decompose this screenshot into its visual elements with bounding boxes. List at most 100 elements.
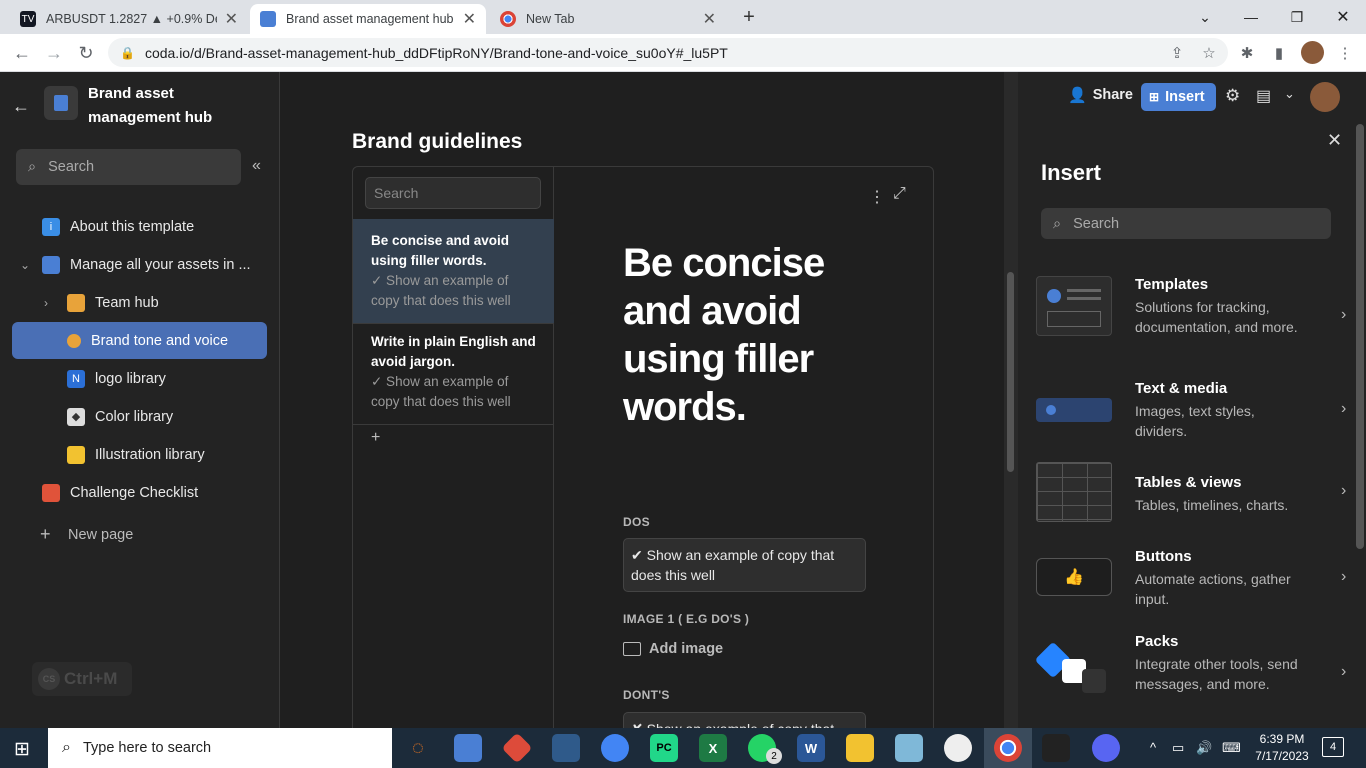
settings-gear-icon[interactable]: ⚙ <box>1225 86 1240 106</box>
insert-item-packs[interactable]: Packs Integrate other tools, send messag… <box>1034 633 1346 723</box>
keyboard-icon[interactable]: ⌨ <box>1222 740 1241 756</box>
user-avatar[interactable] <box>1310 82 1340 112</box>
vscode-icon[interactable] <box>552 734 580 762</box>
scrollbar-thumb[interactable] <box>1007 272 1014 472</box>
sidebar-item-color-library[interactable]: ◆ Color library <box>12 398 267 435</box>
card-title: Write in plain English and avoid jargon. <box>371 334 536 369</box>
close-icon[interactable]: ✕ <box>1327 130 1342 151</box>
browser-tab[interactable]: New Tab ✕ <box>490 4 726 34</box>
coda-checklist-icon <box>42 483 60 502</box>
add-image-button[interactable]: Add image <box>623 641 723 657</box>
close-icon[interactable]: ✕ <box>225 9 238 29</box>
sidebar-item-label: Manage all your assets in ... <box>70 256 251 273</box>
guidelines-list: Search Be concise and avoid using filler… <box>353 167 554 735</box>
expand-icon[interactable]: ⤢ <box>893 185 906 203</box>
chevron-down-icon[interactable]: ⌄ <box>20 258 42 272</box>
sidebar-item-illustration-library[interactable]: Illustration library <box>12 436 267 473</box>
address-bar[interactable]: 🔒 coda.io/d/Brand-asset-management-hub_d… <box>108 38 1228 67</box>
sidebar-item-brand-tone[interactable]: Brand tone and voice <box>12 322 267 359</box>
app-icon[interactable] <box>944 734 972 762</box>
app-sync-icon[interactable]: ◌ <box>404 734 432 762</box>
page-icon <box>42 255 60 274</box>
sidebar-item-about[interactable]: i About this template <box>12 208 267 245</box>
sidebar-item-challenge-checklist[interactable]: Challenge Checklist <box>12 474 267 511</box>
volume-icon[interactable]: 🔊 <box>1196 740 1212 756</box>
insert-item-templates[interactable]: Templates Solutions for tracking, docume… <box>1036 276 1346 366</box>
side-panel-icon[interactable]: ▮ <box>1268 42 1290 64</box>
tray-chevron-icon[interactable]: ^ <box>1150 740 1156 755</box>
more-options-icon[interactable]: ⋮ <box>869 187 885 207</box>
browser-tab[interactable]: TV ARBUSDT 1.2827 ▲ +0.9% Délori ✕ <box>10 4 248 34</box>
main-scrollbar[interactable] <box>1004 72 1018 728</box>
sidebar-search-input[interactable]: ⌕ Search <box>16 149 241 185</box>
extensions-icon[interactable]: ✱ <box>1236 42 1258 64</box>
restore-button[interactable]: ❐ <box>1274 0 1320 34</box>
tab-search-icon[interactable]: ⌄ <box>1182 0 1228 34</box>
insert-item-text-media[interactable]: Text & media Images, text styles, divide… <box>1036 380 1346 470</box>
comments-icon[interactable]: ▤ <box>1256 86 1271 106</box>
menu-icon[interactable]: ⋮ <box>1334 42 1356 64</box>
minimize-button[interactable]: — <box>1228 0 1274 34</box>
taskbar-search-input[interactable]: ⌕ Type here to search <box>48 728 392 768</box>
search-icon: ⌕ <box>28 159 37 175</box>
forward-icon[interactable]: → <box>40 39 68 67</box>
insert-button[interactable]: ⊞ Insert <box>1141 83 1216 111</box>
share-page-icon[interactable]: ⇪ <box>1166 42 1188 64</box>
notepad-icon[interactable] <box>895 734 923 762</box>
notification-center-icon[interactable]: 4 <box>1322 737 1344 757</box>
list-item-selected[interactable]: Be concise and avoid using filler words.… <box>353 219 554 324</box>
control-panel-icon[interactable] <box>454 734 482 762</box>
dos-field[interactable]: ✔ Show an example of copy that does this… <box>623 538 866 592</box>
reload-icon[interactable]: ↻ <box>72 39 100 67</box>
add-item-button[interactable]: + <box>371 429 380 447</box>
discord-icon[interactable] <box>1092 734 1120 762</box>
browser-tab-active[interactable]: Brand asset management hub · B ✕ <box>250 4 486 34</box>
sidebar-item-team-hub[interactable]: › Team hub <box>12 284 267 321</box>
search-icon: ⌕ <box>62 739 71 756</box>
pycharm-icon[interactable]: PC <box>650 734 678 762</box>
search-placeholder: Search <box>1073 215 1120 232</box>
insert-scrollbar-thumb[interactable] <box>1356 124 1364 549</box>
insert-item-title: Text & media <box>1135 380 1228 397</box>
excel-icon[interactable]: X <box>699 734 727 762</box>
insert-item-desc: Images, text styles, dividers. <box>1135 403 1255 439</box>
text-media-thumbnail-icon <box>1036 398 1112 422</box>
tab-title: New Tab <box>526 12 575 26</box>
insert-search-input[interactable]: ⌕ Search <box>1041 208 1331 239</box>
new-tab-button[interactable]: + <box>736 4 762 30</box>
sidebar-item-manage-assets[interactable]: ⌄ Manage all your assets in ... <box>12 246 267 283</box>
card-subtitle: ✓ Show an example of copy that does this… <box>371 374 511 409</box>
close-icon[interactable]: ✕ <box>703 9 716 29</box>
new-page-button[interactable]: + New page <box>12 516 267 553</box>
windows-start-icon[interactable]: ⊞ <box>14 738 30 761</box>
chrome-icon[interactable] <box>994 734 1022 762</box>
wolf-app-icon[interactable] <box>1042 734 1070 762</box>
profile-avatar[interactable] <box>1301 41 1324 64</box>
insert-item-buttons[interactable]: 👍 Buttons Automate actions, gather input… <box>1036 548 1346 638</box>
list-item[interactable]: Write in plain English and avoid jargon.… <box>353 320 554 425</box>
word-icon[interactable]: W <box>797 734 825 762</box>
lock-icon: 🔒 <box>120 45 135 60</box>
clock[interactable]: 6:39 PM 7/17/2023 <box>1254 731 1310 765</box>
card-title: Be concise and avoid using filler words. <box>371 233 510 268</box>
chevron-right-icon: › <box>1341 306 1347 323</box>
sidebar-item-logo-library[interactable]: N logo library <box>12 360 267 397</box>
share-button[interactable]: 👤 Share <box>1068 86 1133 104</box>
chevron-right-icon[interactable]: › <box>44 296 67 310</box>
list-search-input[interactable]: Search <box>365 177 541 209</box>
collapse-sidebar-icon[interactable]: « <box>252 157 261 175</box>
close-window-button[interactable]: ✕ <box>1320 0 1366 34</box>
coda-doc-icon <box>260 11 276 27</box>
button-thumbnail-icon: 👍 <box>1036 558 1112 596</box>
close-icon[interactable]: ✕ <box>463 9 476 29</box>
clock-time: 6:39 PM <box>1259 732 1305 746</box>
back-arrow-icon[interactable]: ← <box>12 96 30 117</box>
chevron-down-icon[interactable]: ⌄ <box>1284 86 1295 102</box>
edge-icon[interactable] <box>601 734 629 762</box>
packs-thumbnail-icon <box>1034 641 1112 707</box>
battery-icon[interactable]: ▭ <box>1172 740 1184 756</box>
insert-item-title: Buttons <box>1135 548 1192 565</box>
file-explorer-icon[interactable] <box>846 734 874 762</box>
back-icon[interactable]: ← <box>8 39 36 67</box>
bookmark-star-icon[interactable]: ☆ <box>1198 42 1220 64</box>
